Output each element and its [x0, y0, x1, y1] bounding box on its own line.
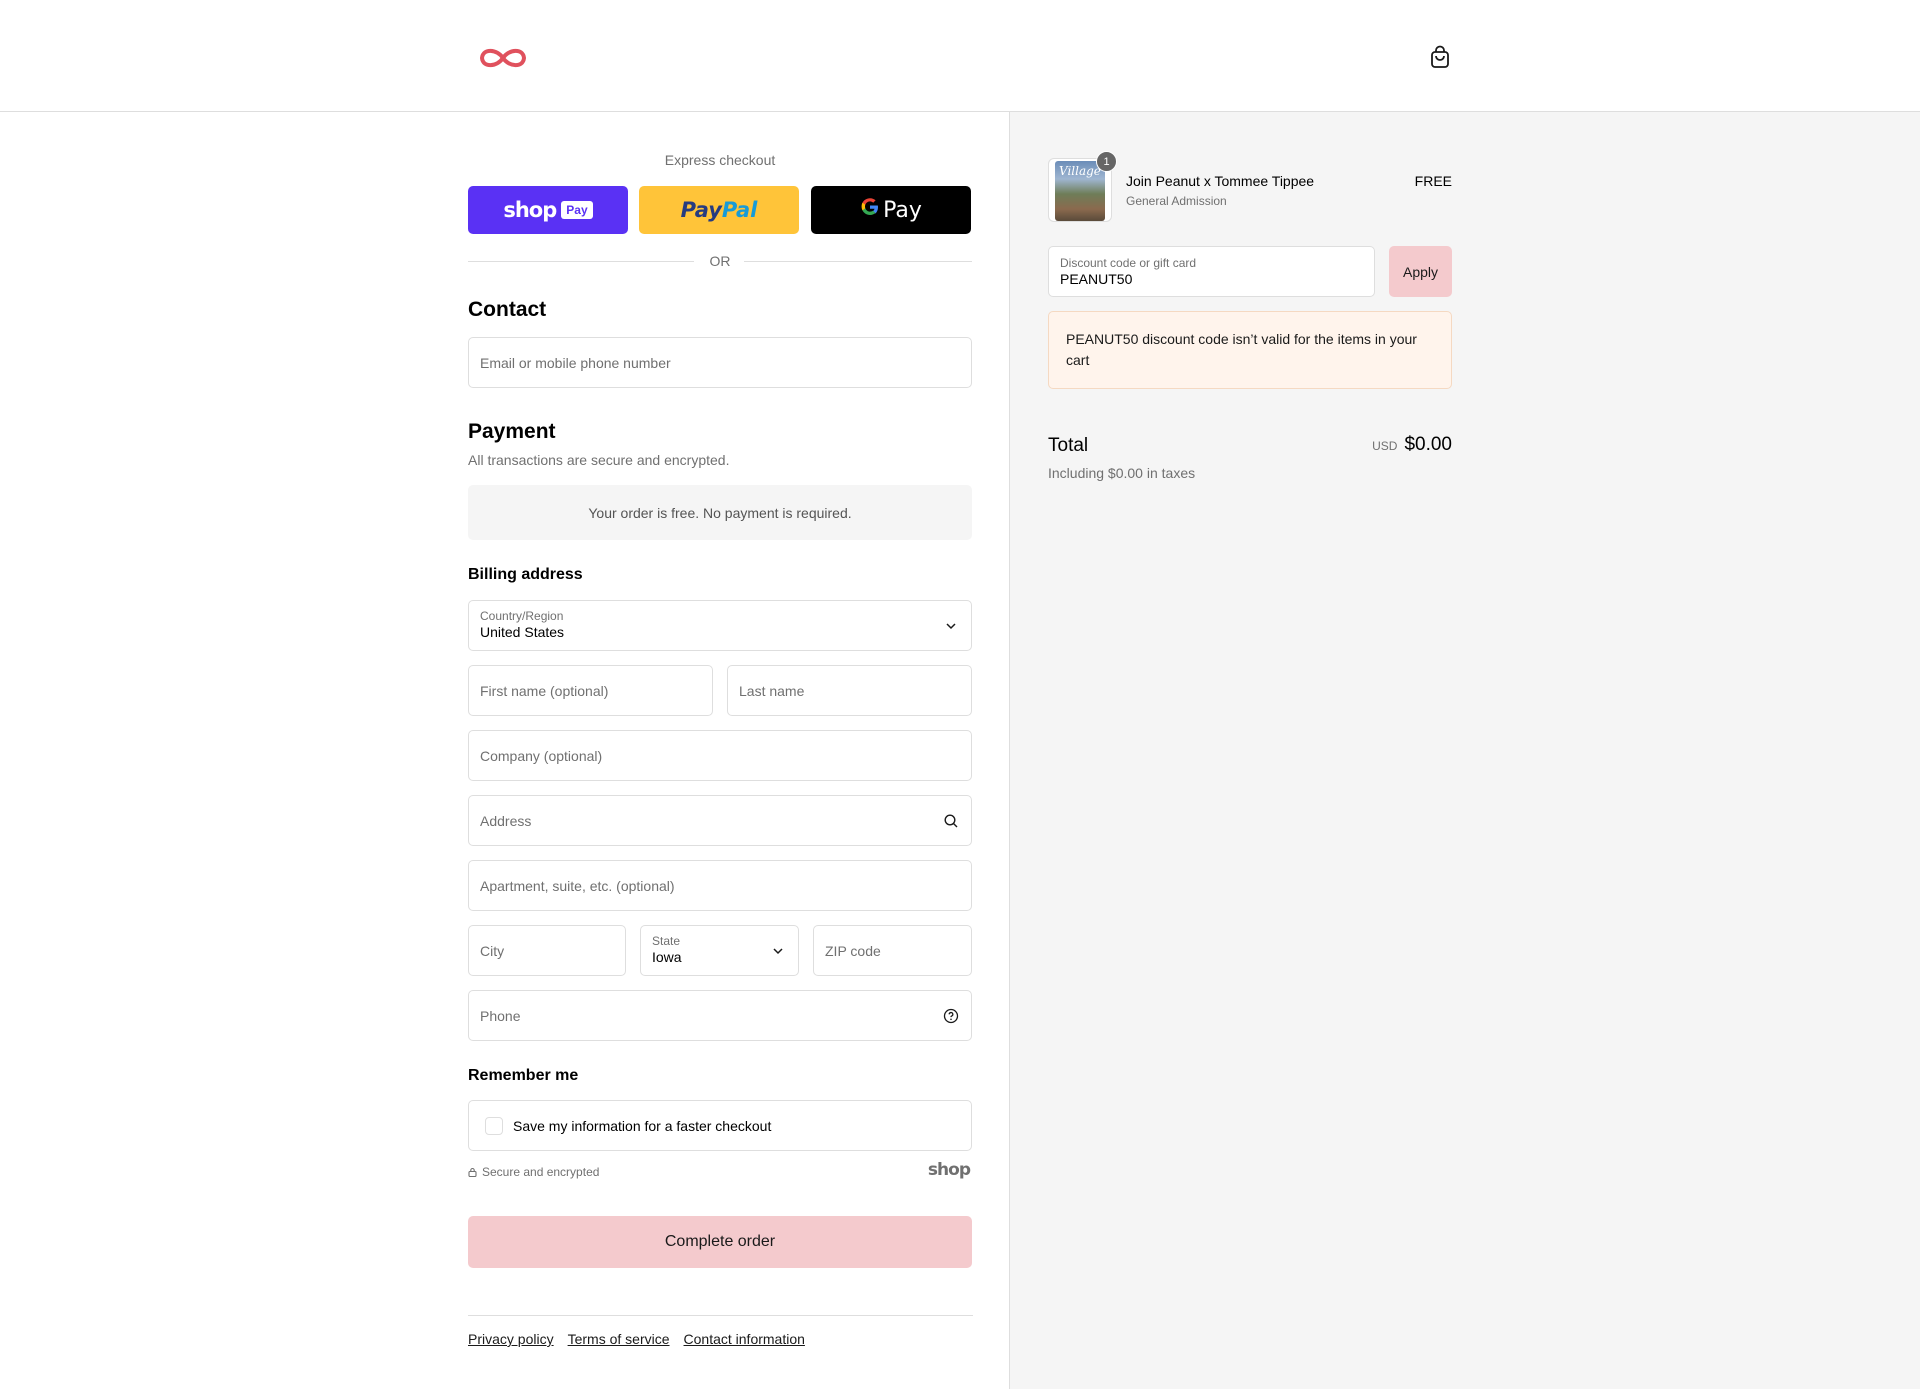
shop-pay-wordmark: shop: [503, 198, 557, 222]
state-label: State: [652, 934, 681, 948]
google-pay-button[interactable]: Pay: [811, 186, 971, 234]
currency-code: USD: [1372, 439, 1398, 453]
country-value: United States: [480, 624, 565, 640]
free-order-notice: Your order is free. No payment is requir…: [468, 485, 972, 540]
order-summary-panel: [1009, 112, 1920, 1389]
product-image: Village: [1055, 161, 1105, 221]
first-name-field-wrapper: [468, 665, 713, 716]
paypal-button[interactable]: Pay Pal: [639, 186, 799, 234]
product-variant: General Admission: [1126, 194, 1227, 208]
payment-title: Payment: [468, 420, 556, 443]
last-name-field-wrapper: [727, 665, 972, 716]
save-info-checkbox[interactable]: [485, 1117, 503, 1135]
email-input[interactable]: [469, 338, 971, 387]
discount-value: PEANUT50: [1060, 271, 1133, 287]
country-select[interactable]: Country/Region United States: [468, 600, 972, 651]
product-thumbnail: Village 1: [1048, 151, 1117, 222]
product-price: FREE: [1414, 173, 1452, 189]
apply-discount-button[interactable]: Apply: [1389, 246, 1452, 297]
secure-text: Secure and encrypted: [482, 1165, 600, 1179]
total-amount: $0.00: [1404, 434, 1452, 455]
phone-field-wrapper: [468, 990, 972, 1041]
tax-note: Including $0.00 in taxes: [1048, 465, 1196, 481]
product-image-text: Village: [1059, 164, 1101, 178]
paypal-wordmark-part2: Pal: [721, 198, 758, 222]
payment-subtitle: All transactions are secure and encrypte…: [468, 452, 730, 468]
zip-field-wrapper: [813, 925, 972, 976]
search-icon[interactable]: [943, 813, 959, 829]
remember-me-title: Remember me: [468, 1067, 579, 1084]
complete-order-button[interactable]: Complete order: [468, 1216, 972, 1268]
privacy-policy-link[interactable]: Privacy policy: [468, 1331, 554, 1347]
quantity-badge: 1: [1096, 151, 1117, 172]
apartment-field-wrapper: [468, 860, 972, 911]
first-name-input[interactable]: [469, 666, 712, 715]
state-value: Iowa: [652, 949, 682, 965]
address-input[interactable]: [469, 796, 971, 845]
brand-logo-icon[interactable]: [478, 42, 528, 74]
google-g-icon: [860, 197, 880, 223]
gpay-label: Pay: [883, 197, 922, 223]
terms-of-service-link[interactable]: Terms of service: [568, 1331, 670, 1347]
footer-links: Privacy policy Terms of service Contact …: [468, 1331, 805, 1347]
paypal-wordmark-part1: Pay: [680, 198, 722, 222]
email-field-wrapper: [468, 337, 972, 388]
discount-error-message: PEANUT50 discount code isn’t valid for t…: [1048, 311, 1452, 389]
contact-information-link[interactable]: Contact information: [684, 1331, 805, 1347]
shop-logo-mark: shop: [927, 1160, 971, 1180]
city-input[interactable]: [469, 926, 625, 975]
billing-address-title: Billing address: [468, 566, 583, 583]
company-field-wrapper: [468, 730, 972, 781]
save-info-label: Save my information for a faster checkou…: [513, 1118, 772, 1134]
company-input[interactable]: [469, 731, 971, 780]
help-circle-icon[interactable]: [943, 1008, 959, 1024]
secure-note: Secure and encrypted: [468, 1165, 599, 1179]
shop-pay-button[interactable]: shop Pay: [468, 186, 628, 234]
site-header: [0, 0, 1920, 112]
discount-code-field[interactable]: Discount code or gift card PEANUT50: [1048, 246, 1375, 297]
total-label: Total: [1048, 435, 1089, 456]
chevron-down-icon: [946, 623, 956, 630]
city-field-wrapper: [468, 925, 626, 976]
apartment-input[interactable]: [469, 861, 971, 910]
last-name-input[interactable]: [728, 666, 971, 715]
state-select[interactable]: State Iowa: [640, 925, 799, 976]
lock-icon: [468, 1168, 477, 1177]
shopping-bag-icon[interactable]: [1427, 44, 1453, 70]
contact-title: Contact: [468, 298, 547, 321]
or-label: OR: [709, 253, 731, 269]
total-value: USD $0.00: [1372, 434, 1452, 456]
country-label: Country/Region: [480, 609, 564, 623]
remember-me-box[interactable]: Save my information for a faster checkou…: [468, 1100, 972, 1151]
or-divider: OR: [468, 252, 972, 270]
express-checkout-title: Express checkout: [664, 152, 776, 168]
chevron-down-icon: [773, 948, 783, 955]
product-name: Join Peanut x Tommee Tippee: [1126, 173, 1315, 189]
discount-label: Discount code or gift card: [1060, 256, 1197, 270]
address-field-wrapper: [468, 795, 972, 846]
zip-input[interactable]: [814, 926, 971, 975]
shop-pay-badge: Pay: [561, 201, 593, 219]
phone-input[interactable]: [469, 991, 971, 1040]
footer-divider: [468, 1315, 973, 1316]
